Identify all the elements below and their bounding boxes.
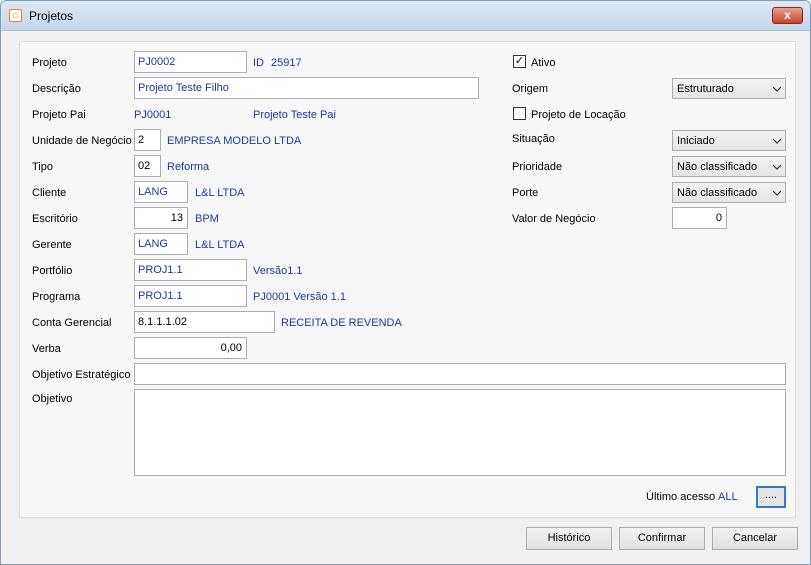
verba-label: Verba — [32, 343, 61, 355]
unidade-negocio-label: Unidade de Negócio — [32, 135, 132, 147]
gerente-input[interactable]: LANG — [134, 233, 188, 255]
escritorio-input[interactable]: 13 — [134, 207, 188, 229]
app-logo-icon: ⌂ — [9, 9, 22, 22]
confirmar-button[interactable]: Confirmar — [619, 527, 705, 550]
situacao-value: Iniciado — [677, 135, 715, 147]
projeto-pai-name: Projeto Teste Pai — [253, 109, 336, 121]
objetivo-estrategico-label: Objetivo Estratégico — [32, 369, 131, 381]
conta-gerencial-label: Conta Gerencial — [32, 317, 112, 329]
chevron-down-icon — [773, 164, 781, 170]
conta-gerencial-name: RECEITA DE REVENDA — [281, 317, 402, 329]
prioridade-select[interactable]: Não classificado — [672, 156, 786, 177]
cliente-name: L&L LTDA — [195, 187, 245, 199]
valor-negocio-input[interactable]: 0 — [672, 207, 727, 229]
objetivo-textarea[interactable] — [134, 389, 786, 476]
cliente-input[interactable]: LANG — [134, 181, 188, 203]
portfolio-label: Portfólio — [32, 265, 73, 277]
window-title: Projetos — [29, 9, 74, 23]
portfolio-name: Versão1.1 — [253, 265, 303, 277]
gerente-label: Gerente — [32, 239, 72, 251]
porte-label: Porte — [512, 187, 539, 199]
historico-button[interactable]: Histórico — [526, 527, 612, 550]
descricao-label: Descrição — [32, 83, 81, 95]
unidade-negocio-name: EMPRESA MODELO LTDA — [167, 135, 302, 147]
projeto-label: Projeto — [32, 57, 67, 69]
unidade-negocio-input[interactable]: 2 — [134, 129, 161, 151]
ativo-checkbox[interactable]: ✓ — [513, 55, 526, 68]
ativo-label: Ativo — [531, 57, 556, 69]
prioridade-label: Prioridade — [512, 161, 563, 173]
prioridade-value: Não classificado — [677, 161, 758, 173]
title-bar: ⌂ Projetos x — [1, 1, 810, 31]
programa-name: PJ0001 Versão 1.1 — [253, 291, 346, 303]
verba-input[interactable]: 0,00 — [134, 337, 247, 359]
projeto-pai-code: PJ0001 — [134, 109, 172, 121]
close-button[interactable]: x — [772, 7, 803, 24]
origem-value: Estruturado — [677, 83, 734, 95]
gerente-name: L&L LTDA — [195, 239, 245, 251]
objetivo-label: Objetivo — [32, 393, 73, 405]
situacao-select[interactable]: Iniciado — [672, 130, 786, 151]
projetos-window: ⌂ Projetos x Projeto PJ0002 ID 25917 Des… — [0, 0, 811, 565]
programa-label: Programa — [32, 291, 81, 303]
porte-value: Não classificado — [677, 187, 758, 199]
projeto-locacao-checkbox[interactable] — [513, 107, 526, 120]
chevron-down-icon — [773, 138, 781, 144]
tipo-label: Tipo — [32, 161, 53, 173]
chevron-down-icon — [773, 190, 781, 196]
form-panel: Projeto PJ0002 ID 25917 Descrição Projet… — [19, 41, 796, 518]
ultimo-acesso-button[interactable]: .... — [756, 486, 786, 508]
cliente-label: Cliente — [32, 187, 67, 199]
origem-select[interactable]: Estruturado — [672, 78, 786, 99]
ultimo-acesso-value: ALL — [718, 491, 738, 503]
escritorio-label: Escritório — [32, 213, 78, 225]
origem-label: Origem — [512, 83, 549, 95]
objetivo-estrategico-input[interactable] — [134, 363, 786, 385]
portfolio-input[interactable]: PROJ1.1 — [134, 259, 247, 281]
descricao-input[interactable]: Projeto Teste Filho — [134, 77, 479, 99]
tipo-name: Reforma — [167, 161, 210, 173]
chevron-down-icon — [773, 86, 781, 92]
tipo-input[interactable]: 02 — [134, 155, 161, 177]
valor-negocio-label: Valor de Negócio — [512, 213, 596, 225]
id-value: 25917 — [271, 57, 302, 69]
cancelar-button[interactable]: Cancelar — [712, 527, 798, 550]
projeto-locacao-label: Projeto de Locação — [531, 109, 626, 121]
conta-gerencial-input[interactable]: 8.1.1.1.02 — [134, 311, 275, 333]
id-label: ID — [253, 57, 264, 69]
programa-input[interactable]: PROJ1.1 — [134, 285, 247, 307]
projeto-input[interactable]: PJ0002 — [134, 51, 247, 73]
ultimo-acesso-label: Último acesso — [646, 491, 716, 503]
situacao-label: Situação — [512, 133, 555, 145]
escritorio-name: BPM — [195, 213, 219, 225]
porte-select[interactable]: Não classificado — [672, 182, 786, 203]
projeto-pai-label: Projeto Pai — [32, 109, 86, 121]
